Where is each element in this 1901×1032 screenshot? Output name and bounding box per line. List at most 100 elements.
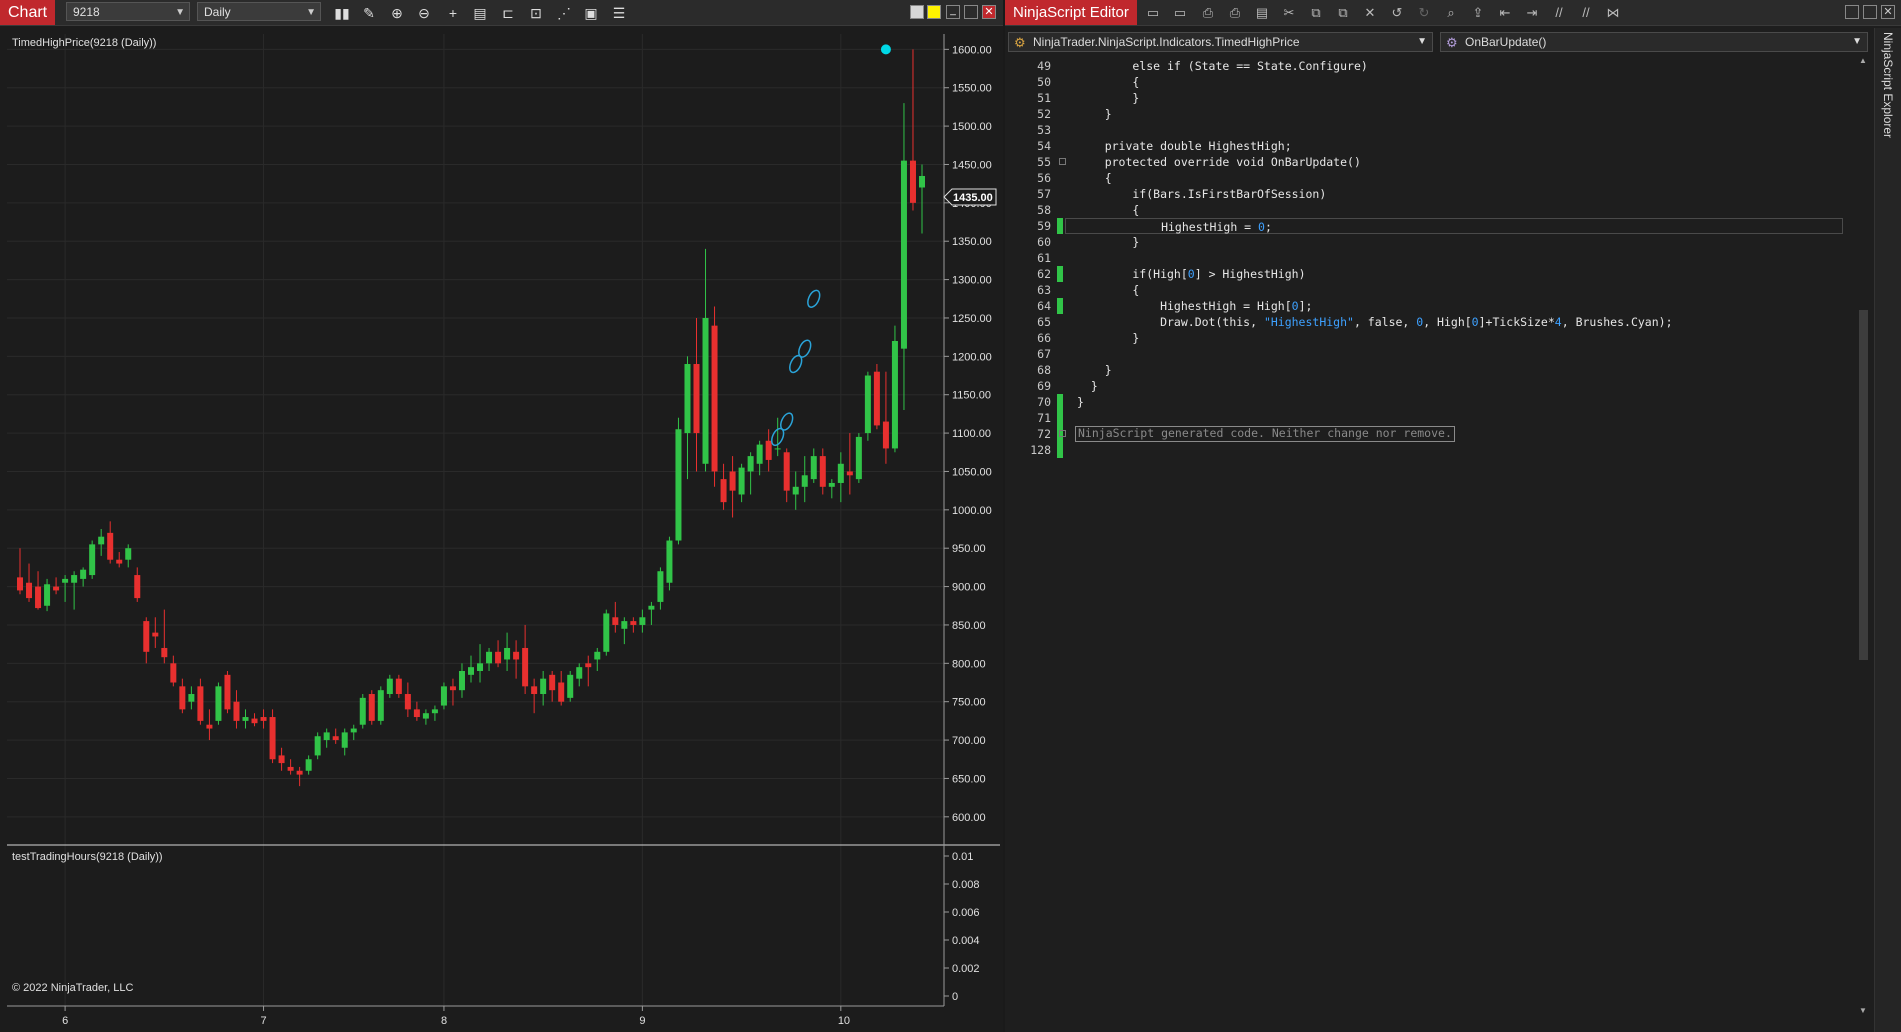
compile-icon[interactable]: ⇪ <box>1467 2 1489 24</box>
zoom-out-icon[interactable]: ⊖ <box>413 2 435 24</box>
fold-toggle-icon[interactable] <box>1059 158 1066 165</box>
cut-icon[interactable]: ✂ <box>1278 2 1300 24</box>
code-line[interactable]: NinjaScript generated code. Neither chan… <box>1075 426 1455 442</box>
price-chart[interactable]: 1600.001550.001500.001450.001400.001350.… <box>0 26 1003 1032</box>
paste-icon[interactable]: ⧉ <box>1332 2 1354 24</box>
delete-icon[interactable]: ✕ <box>1359 2 1381 24</box>
candle-body <box>747 456 754 472</box>
candle-body <box>513 651 520 660</box>
undo-icon[interactable]: ↺ <box>1386 2 1408 24</box>
window-color-white[interactable] <box>910 5 924 19</box>
code-line[interactable]: { <box>1077 74 1139 90</box>
scrollbar-thumb[interactable] <box>1859 310 1868 660</box>
copy-icon[interactable]: ⧉ <box>1305 2 1327 24</box>
ninjascript-explorer-tab[interactable]: NinjaScript Explorer <box>1874 28 1901 1032</box>
minimize-icon[interactable]: _ <box>946 5 960 19</box>
period-selector[interactable]: Daily ▼ <box>197 2 321 21</box>
visual-studio-icon[interactable]: ⋈ <box>1602 2 1624 24</box>
zoom-in-icon[interactable]: ⊕ <box>386 2 408 24</box>
editor-close-icon[interactable]: ✕ <box>1881 5 1895 19</box>
page-setup-icon[interactable]: ▤ <box>1251 2 1273 24</box>
code-line[interactable]: { <box>1077 170 1112 186</box>
redo-icon[interactable]: ↻ <box>1413 2 1435 24</box>
candle-body <box>251 718 258 724</box>
print-preview-icon[interactable]: ⎙ <box>1224 2 1246 24</box>
candle-body <box>332 736 339 741</box>
candle-body <box>504 647 511 660</box>
vertical-scrollbar[interactable]: ▲ ▼ <box>1855 56 1871 1032</box>
candle-body <box>233 701 240 721</box>
code-line[interactable]: } <box>1077 378 1098 394</box>
outdent-icon[interactable]: ⇤ <box>1494 2 1516 24</box>
code-line[interactable]: private double HighestHigh; <box>1077 138 1292 154</box>
instrument-selector[interactable]: 9218 ▼ <box>66 2 190 21</box>
changed-line-marker <box>1057 218 1063 234</box>
candle-body <box>242 717 249 721</box>
properties-icon[interactable]: ⊏ <box>497 2 519 24</box>
code-line[interactable]: } <box>1077 330 1139 346</box>
code-line[interactable]: } <box>1077 362 1112 378</box>
code-editor[interactable]: else if (State == State.Configure) { } }… <box>1059 56 1855 1032</box>
strategies-icon[interactable]: ⊡ <box>525 2 547 24</box>
templates-icon[interactable]: ▣ <box>580 2 602 24</box>
candle-body <box>891 340 898 449</box>
code-line[interactable]: HighestHigh = 0; <box>1065 218 1843 234</box>
line-number: 70 <box>1037 395 1051 409</box>
maximize-icon[interactable] <box>964 5 978 19</box>
scroll-up-icon[interactable]: ▲ <box>1859 56 1867 65</box>
close-icon[interactable]: ✕ <box>982 5 996 19</box>
class-selector[interactable]: ⚙ NinjaTrader.NinjaScript.Indicators.Tim… <box>1008 32 1433 52</box>
candle-body <box>675 429 682 541</box>
more-icon[interactable]: ☰ <box>608 2 630 24</box>
member-selector[interactable]: ⚙ OnBarUpdate() ▼ <box>1440 32 1868 52</box>
candle-body <box>477 663 484 671</box>
code-line[interactable]: protected override void OnBarUpdate() <box>1077 154 1361 170</box>
crosshair-icon[interactable]: + <box>442 2 464 24</box>
code-line[interactable]: } <box>1077 106 1112 122</box>
code-line[interactable]: Draw.Dot(this, "HighestHigh", false, 0, … <box>1077 314 1672 330</box>
save-icon[interactable]: ▭ <box>1142 2 1164 24</box>
candle-body <box>197 686 204 721</box>
code-line[interactable]: if(High[0] > HighestHigh) <box>1077 266 1305 282</box>
candle-body <box>657 571 664 602</box>
line-number: 66 <box>1037 331 1051 345</box>
editor-restore-icon[interactable] <box>1845 5 1859 19</box>
candle <box>864 371 871 441</box>
code-line[interactable]: } <box>1077 234 1139 250</box>
bars-type-icon[interactable]: ▮▮ <box>331 2 353 24</box>
candle <box>855 433 862 483</box>
fold-toggle-icon[interactable] <box>1059 430 1066 437</box>
chevron-down-icon: ▼ <box>1417 36 1427 47</box>
indicators-icon[interactable]: ⋰ <box>553 2 575 24</box>
code-line[interactable]: } <box>1077 90 1139 106</box>
editor-tab[interactable]: NinjaScript Editor <box>1005 0 1137 25</box>
indent-icon[interactable]: ⇥ <box>1521 2 1543 24</box>
code-line[interactable]: if(Bars.IsFirstBarOfSession) <box>1077 186 1326 202</box>
save-all-icon[interactable]: ▭ <box>1169 2 1191 24</box>
code-line[interactable]: { <box>1077 282 1139 298</box>
candle <box>305 755 312 775</box>
data-box-icon[interactable]: ▤ <box>469 2 491 24</box>
y-tick-label: 600.00 <box>952 812 986 824</box>
candle-body <box>143 621 150 652</box>
print-icon[interactable]: ⎙ <box>1197 2 1219 24</box>
candle-body <box>468 667 474 675</box>
candle <box>377 686 384 725</box>
code-line[interactable]: else if (State == State.Configure) <box>1077 58 1367 74</box>
window-color-yellow[interactable] <box>927 5 941 19</box>
editor-maximize-icon[interactable] <box>1863 5 1877 19</box>
candle <box>107 521 114 564</box>
code-line[interactable]: HighestHigh = High[0]; <box>1077 298 1312 314</box>
y-tick-label: 1150.00 <box>952 390 991 402</box>
scroll-down-icon[interactable]: ▼ <box>1859 1006 1867 1015</box>
uncomment-icon[interactable]: // <box>1575 2 1597 24</box>
ninjascript-editor-window: NinjaScript Editor ▭ ▭ ⎙ ⎙ ▤ ✂ ⧉ ⧉ ✕ ↺ ↻… <box>1005 0 1901 1032</box>
comment-icon[interactable]: // <box>1548 2 1570 24</box>
draw-tool-icon[interactable]: ✎ <box>358 2 380 24</box>
y-tick-label: 750.00 <box>952 697 986 709</box>
code-line[interactable]: { <box>1077 202 1139 218</box>
code-line[interactable]: } <box>1077 394 1084 410</box>
find-icon[interactable]: ⌕ <box>1440 2 1462 24</box>
x-tick-label: 10 <box>838 1015 850 1027</box>
chart-tab[interactable]: Chart <box>0 0 56 25</box>
